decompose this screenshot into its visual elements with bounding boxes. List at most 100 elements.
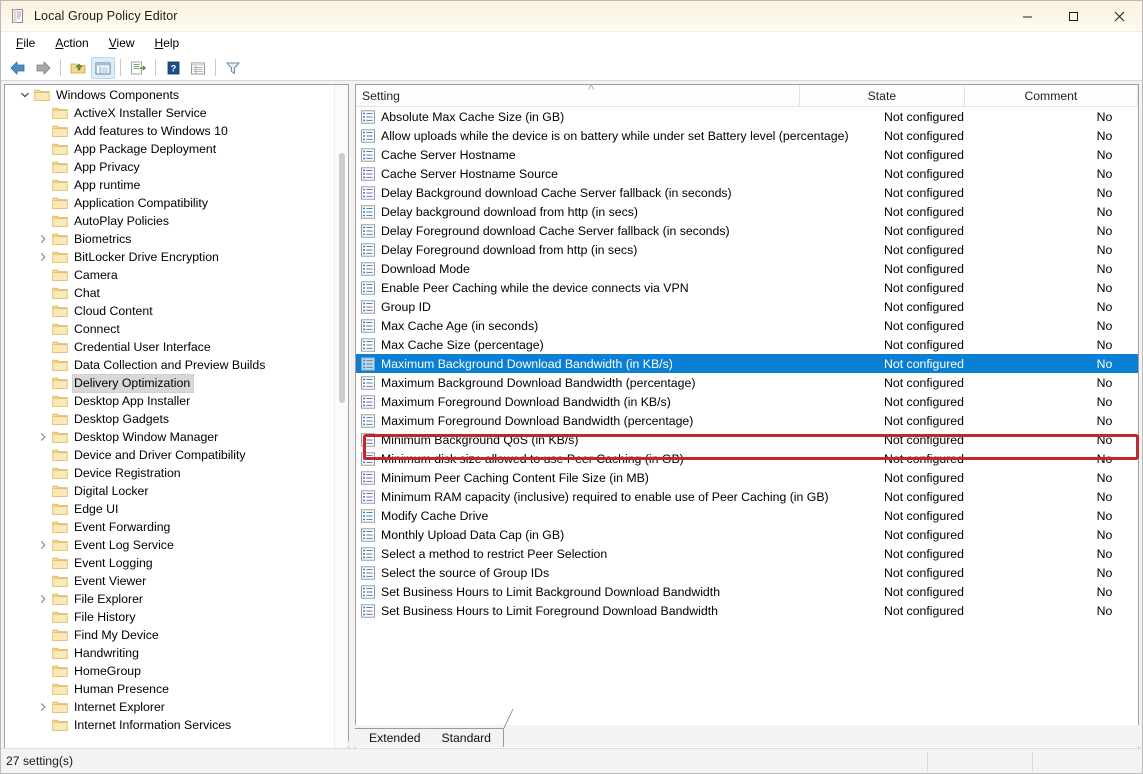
setting-row[interactable]: Max Cache Age (in seconds) Not configured… [356,316,1138,335]
tab-standard[interactable]: Standard [418,728,504,747]
setting-row[interactable]: Select the source of Group IDs Not config… [356,563,1138,582]
chevron-right-icon[interactable] [33,698,52,716]
close-button[interactable] [1096,1,1142,32]
tree-vscroll-thumb[interactable] [339,153,345,403]
toolbar-show-tree-button[interactable] [91,56,115,79]
tree-item[interactable]: Internet Information Services [5,716,334,734]
tree-item[interactable]: Event Forwarding [5,518,334,536]
toolbar-help-button[interactable]: ? [161,57,185,79]
tree-item[interactable]: Data Collection and Preview Builds [5,356,334,374]
tree-item[interactable]: Credential User Interface [5,338,334,356]
tree-item[interactable]: Desktop Window Manager [5,428,334,446]
tree-item[interactable]: File Explorer [5,590,334,608]
tree-item[interactable]: BitLocker Drive Encryption [5,248,334,266]
setting-row[interactable]: Maximum Background Download Bandwidth (p… [356,373,1138,392]
setting-row[interactable]: Maximum Foreground Download Bandwidth (i… [356,392,1138,411]
folder-icon [52,142,68,156]
tree-item-label: Device and Driver Compatibility [74,447,246,462]
setting-row[interactable]: Minimum disk size allowed to use Peer Ca… [356,449,1138,468]
setting-row[interactable]: Minimum Peer Caching Content File Size (… [356,468,1138,487]
setting-row[interactable]: Delay background download from http (in … [356,202,1138,221]
gpedit-icon [10,8,26,24]
tree-item[interactable]: Chat [5,284,334,302]
column-header-state[interactable]: State [800,85,965,106]
toolbar-properties-button[interactable] [186,57,210,79]
chevron-right-icon[interactable] [33,230,52,248]
tree-item-label: Desktop Window Manager [74,429,219,444]
maximize-button[interactable] [1050,1,1096,32]
setting-row[interactable]: Delay Foreground download from http (in … [356,240,1138,259]
setting-row[interactable]: Delay Foreground download Cache Server f… [356,221,1138,240]
setting-row[interactable]: Max Cache Size (percentage) Not configure… [356,335,1138,354]
tree-item[interactable]: Human Presence [5,680,334,698]
tree-item[interactable]: App Package Deployment [5,140,334,158]
chevron-right-icon[interactable] [33,428,52,446]
tree-item[interactable]: Event Viewer [5,572,334,590]
setting-row[interactable]: Group ID Not configured No [356,297,1138,316]
tree-item[interactable]: Delivery Optimization [5,373,334,393]
setting-row[interactable]: Set Business Hours to Limit Background D… [356,582,1138,601]
tree-item[interactable]: Add features to Windows 10 [5,122,334,140]
tree-item[interactable]: Biometrics [5,230,334,248]
tree-item[interactable]: Internet Explorer [5,698,334,716]
tree-item[interactable]: App Privacy [5,158,334,176]
chevron-right-icon[interactable] [33,248,52,266]
tree-item[interactable]: App runtime [5,176,334,194]
menu-help[interactable]: Help [145,33,190,54]
minimize-button[interactable] [1004,1,1050,32]
menu-view[interactable]: View [99,33,145,54]
tree-item[interactable]: Event Log Service [5,536,334,554]
setting-row[interactable]: Minimum Background QoS (in KB/s) Not conf… [356,430,1138,449]
chevron-right-icon[interactable] [33,590,52,608]
setting-row[interactable]: Enable Peer Caching while the device con… [356,278,1138,297]
tree-item[interactable]: Device Registration [5,464,334,482]
toolbar-up-button[interactable] [66,57,90,79]
tree-item[interactable]: HomeGroup [5,662,334,680]
toolbar-forward-button[interactable] [31,57,55,79]
tree-item[interactable]: Event Logging [5,554,334,572]
setting-row[interactable]: Absolute Max Cache Size (in GB) Not confi… [356,107,1138,126]
toolbar-filter-button[interactable] [221,57,245,79]
tree-item[interactable]: ActiveX Installer Service [5,104,334,122]
tree-vertical-scrollbar[interactable] [334,85,348,759]
toolbar-back-button[interactable] [6,57,30,79]
setting-row[interactable]: Allow uploads while the device is on bat… [356,126,1138,145]
setting-row[interactable]: Minimum RAM capacity (inclusive) require… [356,487,1138,506]
tree-item[interactable]: Connect [5,320,334,338]
policy-tree[interactable]: Windows Components ActiveX Installer Serv… [5,85,334,759]
tree-item[interactable]: Handwriting [5,644,334,662]
tree-item[interactable]: AutoPlay Policies [5,212,334,230]
setting-row[interactable]: Maximum Foreground Download Bandwidth (p… [356,411,1138,430]
chevron-right-icon[interactable] [33,536,52,554]
tree-item[interactable]: Application Compatibility [5,194,334,212]
setting-row[interactable]: Download Mode Not configured No [356,259,1138,278]
tree-item[interactable]: Camera [5,266,334,284]
setting-row[interactable]: Maximum Background Download Bandwidth (i… [356,354,1138,373]
menu-file[interactable]: File [6,33,45,54]
settings-list[interactable]: Absolute Max Cache Size (in GB) Not confi… [356,107,1138,773]
setting-state-cell: Not configured [884,299,964,314]
setting-row[interactable]: Select a method to restrict Peer Selecti… [356,544,1138,563]
tree-item[interactable]: Desktop App Installer [5,392,334,410]
tree-item[interactable]: Find My Device [5,626,334,644]
setting-row[interactable]: Monthly Upload Data Cap (in GB) Not confi… [356,525,1138,544]
setting-row[interactable]: Modify Cache Drive Not configured No [356,506,1138,525]
tree-item[interactable]: Cloud Content [5,302,334,320]
column-header-setting[interactable]: Setting ˄ [356,85,801,106]
tree-item[interactable]: Digital Locker [5,482,334,500]
setting-row[interactable]: Set Business Hours to Limit Foreground D… [356,601,1138,620]
setting-row[interactable]: Cache Server Hostname Not configured No [356,145,1138,164]
tree-item[interactable]: Device and Driver Compatibility [5,446,334,464]
setting-row[interactable]: Delay Background download Cache Server f… [356,183,1138,202]
column-header-comment[interactable]: Comment [965,85,1138,106]
setting-comment-cell: No [1096,223,1113,238]
chevron-down-icon[interactable] [15,86,34,104]
tree-item[interactable]: File History [5,608,334,626]
setting-row[interactable]: Cache Server Hostname Source Not configur… [356,164,1138,183]
menu-action[interactable]: Action [45,33,98,54]
tree-item[interactable]: Edge UI [5,500,334,518]
toolbar-export-list-button[interactable] [126,57,150,79]
tree-item[interactable]: Windows Components [5,86,334,104]
tree-item[interactable]: Desktop Gadgets [5,410,334,428]
